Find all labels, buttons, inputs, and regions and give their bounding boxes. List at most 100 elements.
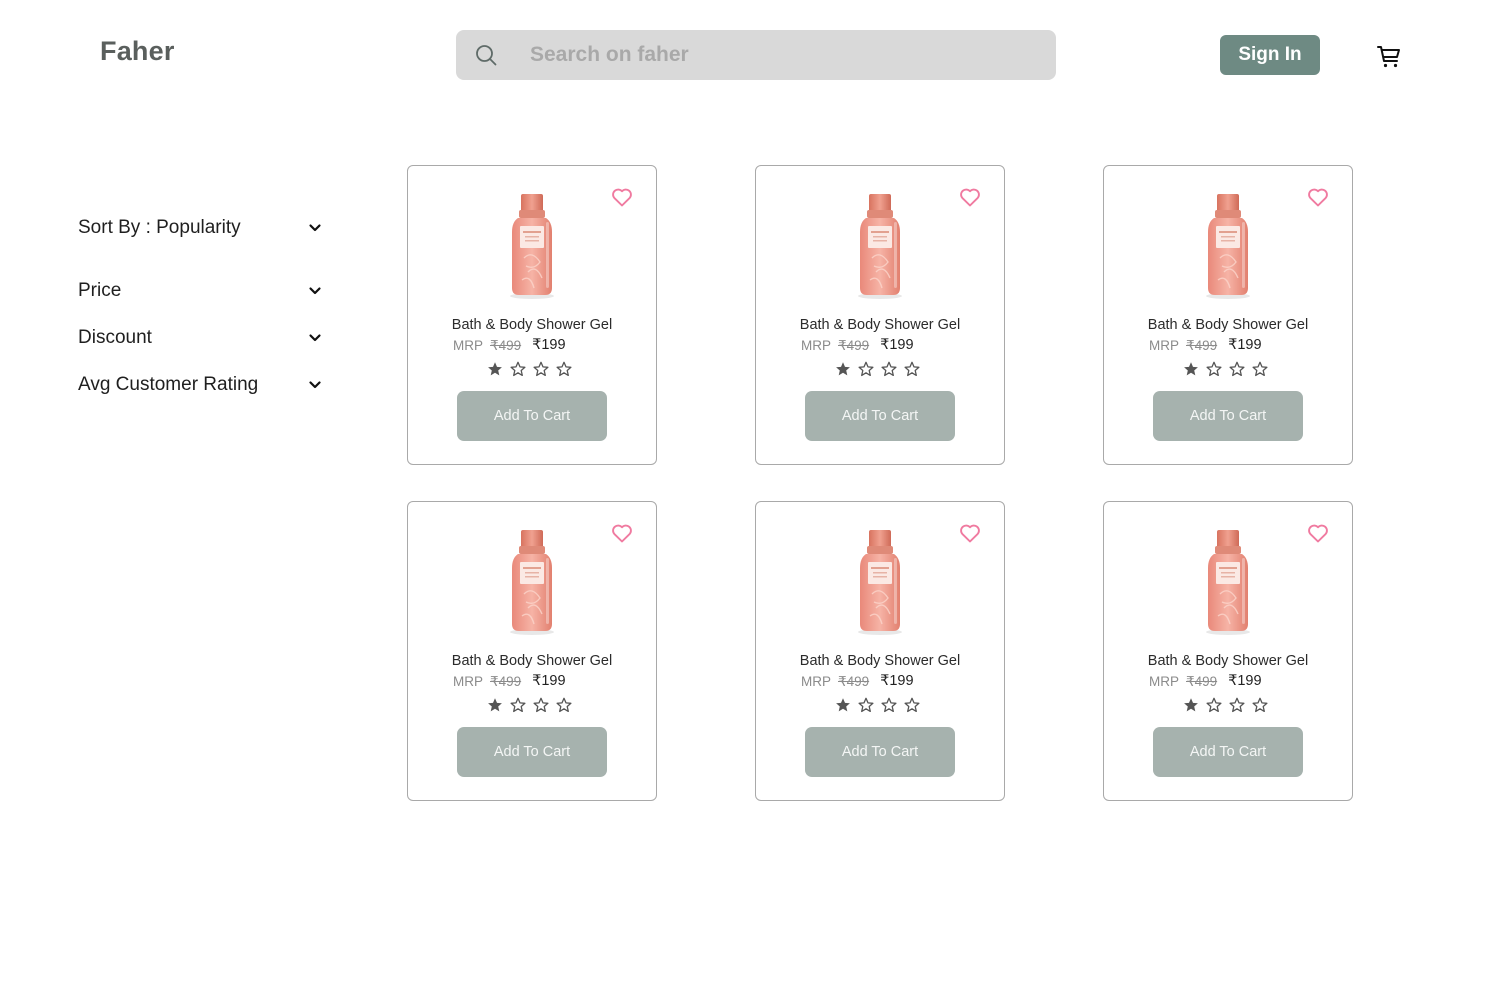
sale-price: ₹199	[880, 673, 914, 689]
original-price: ₹499	[838, 338, 870, 353]
star-outline-icon	[881, 361, 897, 377]
product-price: MRP ₹499 ₹199	[1149, 673, 1262, 690]
original-price: ₹499	[490, 338, 522, 353]
star-outline-icon	[556, 697, 572, 713]
product-card[interactable]: Bath & Body Shower Gel MRP ₹499 ₹199 Add To …	[1103, 501, 1353, 801]
original-price: ₹499	[1186, 338, 1218, 353]
cart-icon[interactable]	[1376, 44, 1402, 70]
product-price: MRP ₹499 ₹199	[453, 337, 566, 354]
star-outline-icon	[858, 361, 874, 377]
mrp-label: MRP	[1149, 338, 1179, 353]
rating-stars	[487, 697, 572, 713]
product-image[interactable]	[1200, 528, 1256, 636]
star-outline-icon	[904, 361, 920, 377]
product-card[interactable]: Bath & Body Shower Gel MRP ₹499 ₹199 Add To …	[1103, 165, 1353, 465]
filter-2[interactable]: Discount	[78, 325, 322, 351]
sale-price: ₹199	[532, 337, 566, 353]
add-to-cart-button[interactable]: Add To Cart	[805, 727, 955, 777]
product-name[interactable]: Bath & Body Shower Gel	[1104, 317, 1352, 333]
search-bar[interactable]	[456, 30, 1056, 80]
heart-icon[interactable]	[610, 185, 634, 209]
star-outline-icon	[533, 361, 549, 377]
sign-in-button[interactable]: Sign In	[1220, 35, 1320, 75]
chevron-down-icon[interactable]	[308, 331, 322, 345]
sale-price: ₹199	[1228, 673, 1262, 689]
heart-icon[interactable]	[958, 521, 982, 545]
rating-stars	[1183, 697, 1268, 713]
star-outline-icon	[1206, 697, 1222, 713]
sale-price: ₹199	[880, 337, 914, 353]
product-image[interactable]	[852, 192, 908, 300]
rating-stars	[1183, 361, 1268, 377]
product-price: MRP ₹499 ₹199	[1149, 337, 1262, 354]
heart-icon[interactable]	[1306, 521, 1330, 545]
filter-0[interactable]: Sort By : Popularity	[78, 215, 322, 241]
heart-icon[interactable]	[610, 521, 634, 545]
original-price: ₹499	[1186, 674, 1218, 689]
search-input[interactable]	[530, 30, 1030, 80]
star-outline-icon	[881, 697, 897, 713]
product-price: MRP ₹499 ₹199	[801, 673, 914, 690]
chevron-down-icon[interactable]	[308, 221, 322, 235]
star-filled-icon	[1184, 698, 1198, 712]
filter-label: Price	[78, 280, 122, 301]
product-image[interactable]	[504, 192, 560, 300]
product-name[interactable]: Bath & Body Shower Gel	[756, 653, 1004, 669]
star-outline-icon	[1229, 697, 1245, 713]
product-listing-page: Faher Sign In Sort By : Popularity Price D…	[0, 0, 1512, 982]
filter-1[interactable]: Price	[78, 278, 322, 304]
filter-label: Discount	[78, 327, 152, 348]
sale-price: ₹199	[532, 673, 566, 689]
star-outline-icon	[556, 361, 572, 377]
product-name[interactable]: Bath & Body Shower Gel	[408, 317, 656, 333]
product-card[interactable]: Bath & Body Shower Gel MRP ₹499 ₹199 Add To …	[755, 165, 1005, 465]
mrp-label: MRP	[453, 338, 483, 353]
mrp-label: MRP	[801, 674, 831, 689]
star-outline-icon	[1252, 697, 1268, 713]
search-icon[interactable]	[474, 43, 498, 67]
product-image[interactable]	[1200, 192, 1256, 300]
product-image[interactable]	[852, 528, 908, 636]
product-name[interactable]: Bath & Body Shower Gel	[756, 317, 1004, 333]
mrp-label: MRP	[801, 338, 831, 353]
product-card[interactable]: Bath & Body Shower Gel MRP ₹499 ₹199 Add To …	[407, 501, 657, 801]
heart-icon[interactable]	[1306, 185, 1330, 209]
filter-3[interactable]: Avg Customer Rating	[78, 372, 322, 398]
heart-icon[interactable]	[958, 185, 982, 209]
product-price: MRP ₹499 ₹199	[453, 673, 566, 690]
rating-stars	[487, 361, 572, 377]
star-outline-icon	[904, 697, 920, 713]
star-outline-icon	[858, 697, 874, 713]
chevron-down-icon[interactable]	[308, 378, 322, 392]
chevron-down-icon[interactable]	[308, 284, 322, 298]
add-to-cart-button[interactable]: Add To Cart	[457, 391, 607, 441]
product-card[interactable]: Bath & Body Shower Gel MRP ₹499 ₹199 Add To …	[407, 165, 657, 465]
product-price: MRP ₹499 ₹199	[801, 337, 914, 354]
star-filled-icon	[836, 698, 850, 712]
filter-label: Avg Customer Rating	[78, 374, 259, 395]
product-name[interactable]: Bath & Body Shower Gel	[1104, 653, 1352, 669]
star-outline-icon	[510, 361, 526, 377]
product-card[interactable]: Bath & Body Shower Gel MRP ₹499 ₹199 Add To …	[755, 501, 1005, 801]
add-to-cart-button[interactable]: Add To Cart	[805, 391, 955, 441]
star-outline-icon	[533, 697, 549, 713]
add-to-cart-button[interactable]: Add To Cart	[1153, 391, 1303, 441]
original-price: ₹499	[490, 674, 522, 689]
original-price: ₹499	[838, 674, 870, 689]
star-filled-icon	[488, 698, 502, 712]
star-outline-icon	[1252, 361, 1268, 377]
product-image[interactable]	[504, 528, 560, 636]
rating-stars	[835, 361, 920, 377]
star-outline-icon	[1229, 361, 1245, 377]
star-filled-icon	[836, 362, 850, 376]
star-outline-icon	[1206, 361, 1222, 377]
add-to-cart-button[interactable]: Add To Cart	[457, 727, 607, 777]
star-outline-icon	[510, 697, 526, 713]
product-name[interactable]: Bath & Body Shower Gel	[408, 653, 656, 669]
mrp-label: MRP	[453, 674, 483, 689]
logo[interactable]: Faher	[100, 36, 175, 67]
add-to-cart-button[interactable]: Add To Cart	[1153, 727, 1303, 777]
star-filled-icon	[488, 362, 502, 376]
filter-label: Sort By : Popularity	[78, 217, 241, 238]
star-filled-icon	[1184, 362, 1198, 376]
